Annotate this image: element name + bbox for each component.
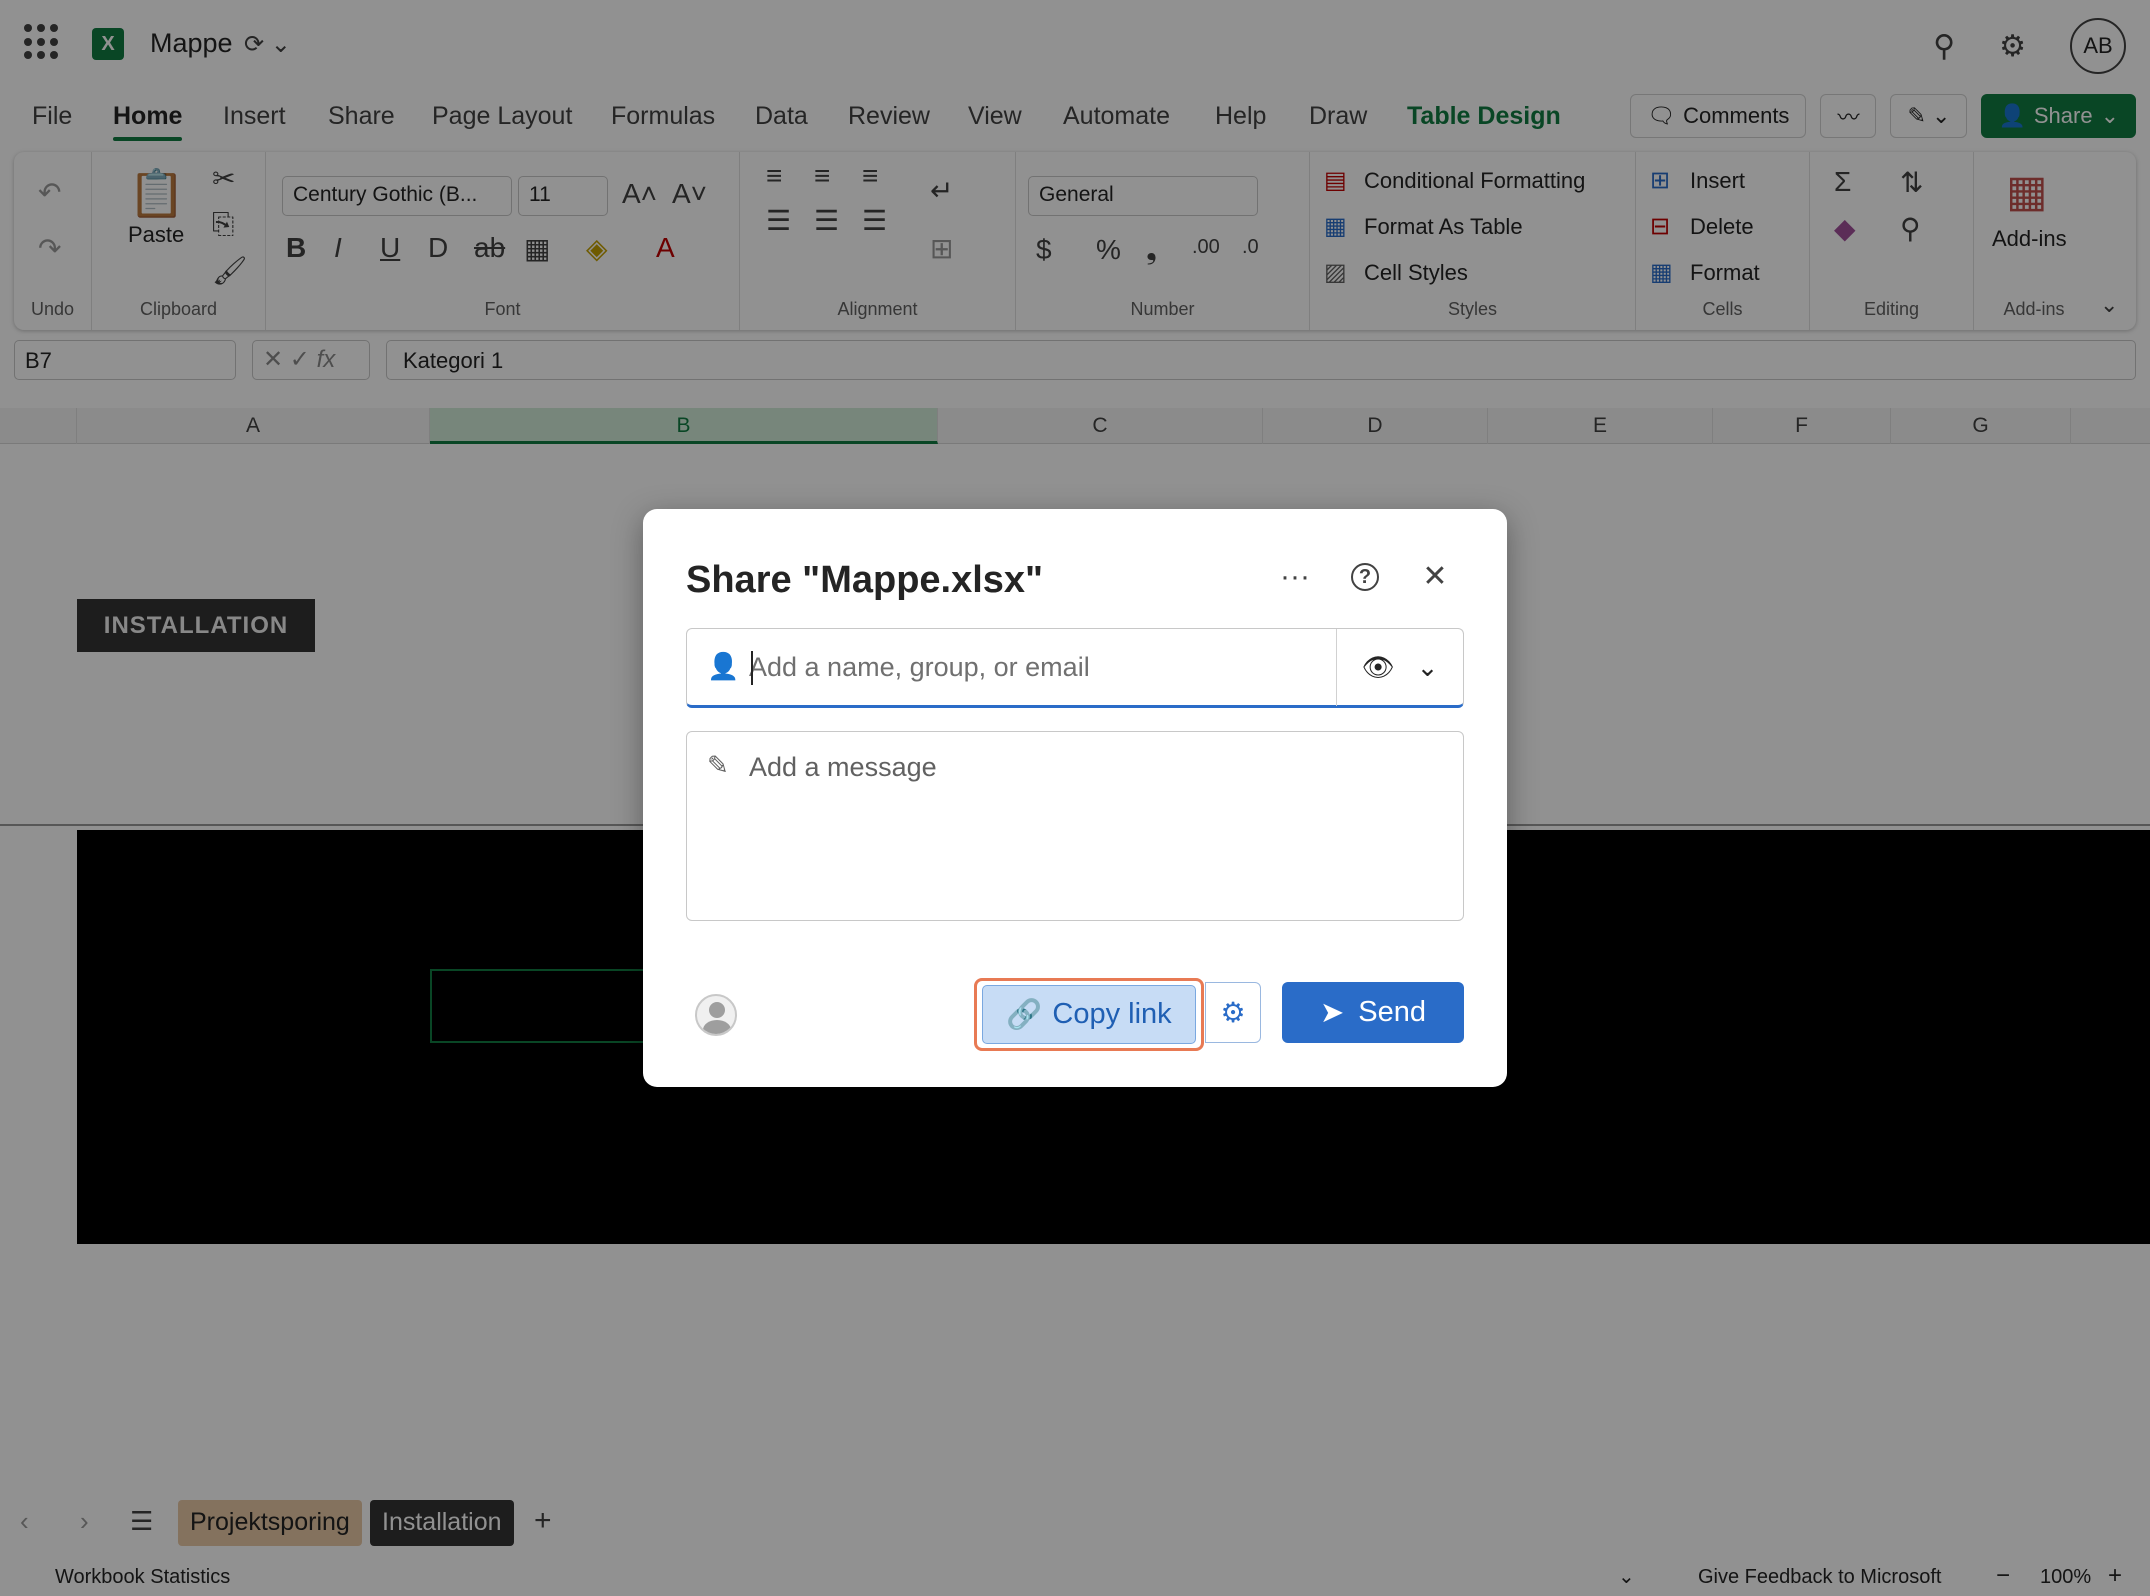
gear-icon: ⚙ <box>1220 997 1246 1028</box>
close-icon[interactable]: ✕ <box>1419 559 1451 594</box>
person-icon: 👤 <box>707 651 740 681</box>
share-dialog: Share "Mappe.xlsx" ··· ? ✕ 👤 👁 ⌄ ✎ Add a… <box>643 509 1507 1087</box>
more-options-icon[interactable]: ··· <box>1279 560 1311 594</box>
copy-link-highlight: 🔗 Copy link <box>974 978 1204 1051</box>
copy-link-button[interactable]: 🔗 Copy link <box>982 985 1196 1044</box>
people-input[interactable] <box>749 649 1309 685</box>
link-settings-button[interactable]: ⚙ <box>1205 982 1261 1043</box>
dialog-title: Share "Mappe.xlsx" <box>686 559 1044 601</box>
permission-dropdown[interactable]: 👁 ⌄ <box>1336 629 1463 706</box>
eye-icon: 👁 <box>1361 652 1395 682</box>
dialog-header-actions: ··· ? ✕ <box>1279 559 1451 594</box>
chevron-down-icon: ⌄ <box>1416 652 1439 682</box>
text-caret <box>751 651 753 685</box>
help-icon[interactable]: ? <box>1351 562 1379 591</box>
send-button[interactable]: ➤ Send <box>1282 982 1464 1043</box>
people-picker: 👤 👁 ⌄ <box>686 628 1464 708</box>
send-icon: ➤ <box>1319 997 1345 1029</box>
link-icon: 🔗 <box>1006 998 1043 1031</box>
message-box[interactable]: ✎ Add a message <box>686 731 1464 921</box>
sender-avatar <box>695 994 737 1036</box>
copy-link-label: Copy link <box>1052 998 1172 1030</box>
edit-message-icon: ✎ <box>707 750 729 780</box>
send-label: Send <box>1358 996 1427 1028</box>
message-placeholder: Add a message <box>749 752 937 782</box>
